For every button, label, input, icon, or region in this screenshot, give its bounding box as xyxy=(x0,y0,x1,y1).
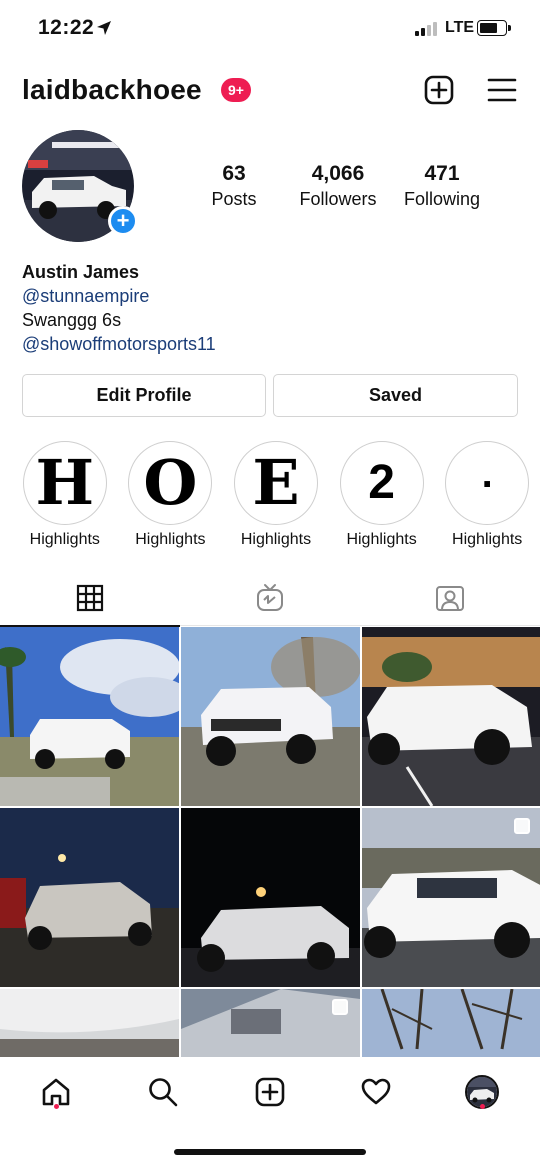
posts-grid xyxy=(0,627,540,1057)
highlight-label: Highlights xyxy=(452,531,523,548)
following-count: 471 xyxy=(424,162,460,185)
carousel-icon xyxy=(332,999,348,1015)
following-stat[interactable]: 471 Following xyxy=(398,162,486,210)
highlight-item[interactable]: E Highlights xyxy=(223,441,329,553)
edit-profile-button[interactable]: Edit Profile xyxy=(22,374,266,417)
post-thumbnail[interactable] xyxy=(0,989,179,1057)
status-bar: 12:22 LTE xyxy=(0,0,540,58)
bio-mention-stunnaempire[interactable]: @stunnaempire xyxy=(22,284,216,308)
post-thumbnail[interactable] xyxy=(181,989,360,1057)
activity-heart-icon xyxy=(361,1078,391,1105)
followers-label: Followers xyxy=(299,189,377,209)
bio-mention-showoffmotorsports[interactable]: @showoffmotorsports11 xyxy=(22,332,216,356)
post-thumbnail[interactable] xyxy=(362,627,540,806)
highlight-symbol: 2 xyxy=(343,445,420,521)
followers-stat[interactable]: 4,066 Followers xyxy=(292,162,384,210)
nav-search[interactable] xyxy=(143,1072,183,1112)
profile-bio: Austin James @stunnaempire Swanggg 6s @s… xyxy=(22,260,216,356)
highlight-symbol: O xyxy=(132,445,209,521)
highlight-label: Highlights xyxy=(240,531,312,548)
posts-stat[interactable]: 63 Posts xyxy=(204,162,264,210)
highlight-cover[interactable]: O xyxy=(128,441,213,525)
highlight-item[interactable]: H Highlights xyxy=(12,441,118,553)
highlight-label: Highlights xyxy=(346,531,417,548)
profile-header: laidbackhoee 9+ xyxy=(0,66,540,116)
highlight-item[interactable]: O Highlights xyxy=(118,441,224,553)
signal-strength-icon xyxy=(415,22,437,36)
posts-count: 63 xyxy=(222,162,246,185)
home-notification-dot xyxy=(54,1104,59,1109)
post-thumbnail[interactable] xyxy=(362,989,540,1057)
new-post-icon[interactable] xyxy=(423,74,455,106)
location-arrow-icon xyxy=(97,21,111,35)
story-highlights: H Highlights O Highlights E Highlights 2… xyxy=(12,441,540,553)
username-switcher[interactable]: laidbackhoee xyxy=(22,74,202,106)
highlight-cover[interactable]: 2 xyxy=(339,441,424,525)
grid-icon xyxy=(76,584,104,612)
highlight-cover[interactable]: . xyxy=(445,441,530,525)
igtv-icon xyxy=(257,584,283,611)
home-indicator[interactable] xyxy=(174,1149,366,1155)
account-notification-badge[interactable]: 9+ xyxy=(221,78,251,102)
tab-igtv[interactable] xyxy=(180,570,360,626)
nav-activity[interactable] xyxy=(356,1072,396,1112)
post-thumbnail[interactable] xyxy=(181,808,360,987)
posts-label: Posts xyxy=(211,189,257,209)
carousel-icon xyxy=(514,818,530,834)
highlight-item[interactable]: . Highlights xyxy=(434,441,540,553)
post-thumbnail[interactable] xyxy=(362,808,540,987)
battery-icon xyxy=(477,20,511,36)
highlight-label: Highlights xyxy=(135,531,206,548)
tagged-icon xyxy=(436,586,464,611)
highlight-symbol: E xyxy=(237,445,314,521)
profile-avatar-container[interactable]: + xyxy=(22,130,138,242)
highlight-label: Highlights xyxy=(29,531,100,548)
post-thumbnail[interactable] xyxy=(0,808,179,987)
post-thumbnail[interactable] xyxy=(181,627,360,806)
menu-icon[interactable] xyxy=(486,74,518,106)
tab-posts-grid[interactable] xyxy=(0,570,180,627)
profile-notification-dot xyxy=(480,1104,485,1109)
followers-count: 4,066 xyxy=(311,162,365,185)
following-label: Following xyxy=(403,189,481,209)
post-thumbnail[interactable] xyxy=(0,627,179,806)
highlight-symbol: H xyxy=(26,445,103,521)
highlight-cover[interactable]: E xyxy=(233,441,318,525)
new-post-icon xyxy=(255,1077,285,1107)
display-name: Austin James xyxy=(22,262,140,282)
profile-tabs xyxy=(0,570,540,627)
search-icon xyxy=(149,1078,178,1107)
highlight-cover[interactable]: H xyxy=(22,441,107,525)
status-time: 12:22 xyxy=(38,16,95,39)
tab-tagged[interactable] xyxy=(360,570,540,626)
highlight-item[interactable]: 2 Highlights xyxy=(329,441,435,553)
nav-new-post[interactable] xyxy=(250,1072,290,1112)
bio-text: Swanggg 6s xyxy=(22,310,122,330)
network-type: LTE xyxy=(445,19,475,36)
add-story-button[interactable]: + xyxy=(108,206,138,236)
highlight-symbol: . xyxy=(449,445,526,521)
saved-button[interactable]: Saved xyxy=(273,374,518,417)
